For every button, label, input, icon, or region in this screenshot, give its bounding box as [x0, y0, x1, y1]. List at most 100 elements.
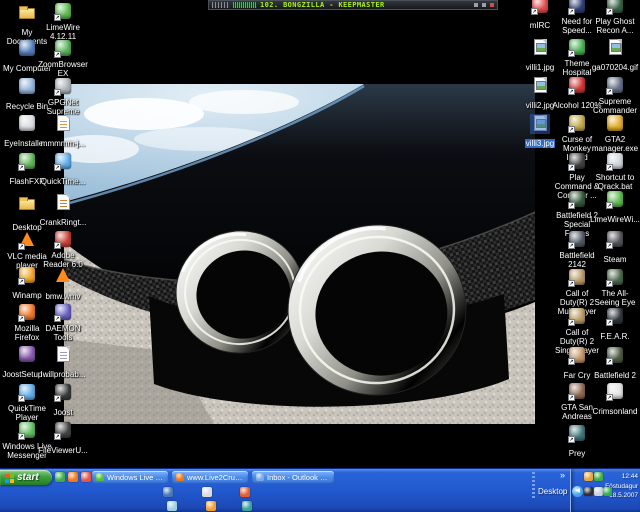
desktop-icon-label: Crimsonland: [592, 407, 638, 416]
start-button[interactable]: start: [0, 470, 52, 485]
image-file-icon: [608, 39, 622, 55]
desktop-icon-joost[interactable]: ↗ Joost: [37, 383, 89, 420]
quicklaunch-icon-7[interactable]: [167, 501, 177, 511]
quicklaunch-camera-icon[interactable]: [163, 487, 173, 497]
toolbar-overflow-chevron[interactable]: »: [560, 470, 565, 480]
task-button-inbox-outlook-express[interactable]: Inbox - Outlook Express: [252, 471, 334, 484]
quicklaunch-icon-3[interactable]: [81, 472, 91, 482]
desktop-icon-battlefield-2[interactable]: ↗ Battlefield 2: [589, 346, 640, 383]
shortcut-arrow-icon: ↗: [568, 164, 575, 171]
desktop-icon-gta2-manager-exe[interactable]: GTA2 manager.exe: [589, 114, 640, 156]
desktop-icon-daemon-tools[interactable]: ↗ DAEMON Tools: [37, 303, 89, 345]
steam-icon: ↗: [606, 231, 624, 249]
winamp-shade-button[interactable]: [474, 3, 478, 7]
filevieweru-icon: ↗: [54, 422, 72, 440]
call-of-duty-r-2-singleplayer-icon: ↗: [568, 308, 586, 326]
desktop-icon-label: CrankRingt...: [39, 218, 87, 227]
supreme-commander-icon: ↗: [606, 77, 624, 95]
shortcut-arrow-icon: ↗: [568, 202, 575, 209]
shortcut-arrow-icon: ↗: [18, 164, 25, 171]
shortcut-arrow-icon: ↗: [606, 358, 613, 365]
desktop-icon-limewirewi[interactable]: ↗ LimeWireWi...: [589, 190, 640, 227]
toolbar-grip-handle[interactable]: [532, 472, 535, 498]
shortcut-arrow-icon: ↗: [568, 436, 575, 443]
desktop-icon-label: The All-Seeing Eye: [594, 289, 636, 308]
desktop-icon-crankringt[interactable]: CrankRingt...: [37, 193, 89, 230]
desktop-icon-crimsonland[interactable]: ↗ Crimsonland: [589, 382, 640, 419]
desktop-icon-prey[interactable]: ↗ Prey: [551, 424, 603, 461]
desktop-icon-play-ghost-recon-a[interactable]: ↗ Play Ghost Recon A...: [589, 0, 640, 38]
quicklaunch-icon-5[interactable]: [202, 487, 212, 497]
shortcut-arrow-icon: ↗: [568, 280, 575, 287]
quicklaunch-icon-9[interactable]: [242, 501, 252, 511]
desktop-icon-label: ZoomBrowser EX: [38, 60, 88, 79]
adobe-reader-6-0-icon: ↗: [54, 231, 72, 249]
limewirewi-icon: ↗: [606, 191, 624, 209]
f-e-a-r-icon: ↗: [606, 308, 624, 326]
far-cry-icon: ↗: [568, 347, 586, 365]
desktop-icon-label: bmw.wmv: [45, 292, 81, 301]
shortcut-arrow-icon: ↗: [606, 88, 613, 95]
desktop-icon-zoombrowser-ex[interactable]: ↗ ZoomBrowser EX: [37, 39, 89, 81]
windows-live-messenger-icon: ↗: [18, 422, 36, 440]
play-command-conquer-icon: ↗: [568, 153, 586, 171]
task-button-windows-live-messen[interactable]: Windows Live Messen...: [92, 471, 168, 484]
document-fold: [64, 115, 70, 120]
desktop-icon-supreme-commander[interactable]: ↗ Supreme Commander: [589, 76, 640, 118]
desktop-icon-gpgnet-supreme[interactable]: ↗ GPGNet Supreme: [37, 77, 89, 119]
shortcut-arrow-icon: ↗: [54, 395, 61, 402]
hide-icons-chevron[interactable]: ◀: [572, 486, 583, 497]
tray-icon-4[interactable]: [593, 487, 603, 496]
winamp-spectrum-icon: [233, 2, 257, 8]
desktop-icon-quicktime[interactable]: ↗ QuickTime...: [37, 152, 89, 189]
shortcut-arrow-icon: ↗: [54, 433, 61, 440]
desktop-icon-bmw-wmv[interactable]: bmw.wmv: [37, 266, 89, 304]
tray-icon-1[interactable]: [584, 472, 593, 481]
winamp-shade-bar[interactable]: 102. BONGZILLA - KEEPMASTER: [208, 0, 498, 10]
desktop-icon-the-all-seeing-eye[interactable]: ↗ The All-Seeing Eye: [589, 268, 640, 310]
desktop-icon-mmmmm-j[interactable]: mmmmm-j...: [37, 114, 89, 151]
desktop-icon-label: Iwillprobab...: [40, 370, 86, 379]
quicklaunch-firefox-icon[interactable]: [68, 472, 78, 482]
image-thumbnail: [610, 43, 621, 52]
desktop-icon-shortcut-to-qrack-bat[interactable]: ↗ Shortcut to Qrack.bat: [589, 152, 640, 194]
desktop-icon-limewire-4-12-11[interactable]: ↗ LimeWire 4.12.11: [37, 2, 89, 44]
image-file-icon: [533, 77, 547, 93]
document-lines: [59, 200, 67, 208]
shortcut-arrow-icon: ↗: [568, 242, 575, 249]
desktop-icon-f-e-a-r[interactable]: ↗ F.E.A.R.: [589, 307, 640, 344]
tray-icon-2[interactable]: [593, 472, 603, 481]
winamp-controls-icon[interactable]: [212, 2, 230, 8]
winamp-close-button[interactable]: [490, 3, 494, 7]
desktop-icon-label: FileViewerU...: [38, 446, 88, 455]
gpgnet-supreme-icon: ↗: [54, 78, 72, 96]
tray-limewire-icon[interactable]: [603, 487, 612, 496]
desktop-icon-label: Joost: [53, 408, 73, 417]
shortcut-arrow-icon: ↗: [568, 394, 575, 401]
the-all-seeing-eye-icon: ↗: [606, 269, 624, 287]
shortcut-arrow-icon: ↗: [606, 8, 613, 15]
quicklaunch-icon-1[interactable]: [55, 472, 65, 482]
desktop-icon-label: ga070204.gif: [591, 63, 639, 72]
shortcut-arrow-icon: ↗: [606, 394, 613, 401]
quicktime-icon: ↗: [54, 153, 72, 171]
desktop-icon-label: GTA2 manager.exe: [591, 135, 639, 154]
desktop-icon-iwillprobab[interactable]: Iwillprobab...: [37, 345, 89, 382]
document-lines: [59, 121, 67, 129]
desktop-icon-steam[interactable]: ↗ Steam: [589, 230, 640, 267]
shortcut-arrow-icon: ↗: [54, 14, 61, 21]
quicklaunch-icon-6[interactable]: [240, 487, 250, 497]
folder-icon: [19, 6, 35, 19]
desktop-icon-filevieweru[interactable]: ↗ FileViewerU...: [37, 421, 89, 458]
desktop-icon-label: Far Cry: [563, 371, 591, 380]
tray-messenger-icon[interactable]: [584, 487, 593, 496]
winamp-minimize-button[interactable]: [482, 3, 486, 7]
image-file-icon: [533, 39, 547, 55]
zoombrowser-ex-icon: ↗: [54, 40, 72, 58]
desktop-icon-label: mIRC: [529, 21, 551, 30]
desktop-icon-label: Battlefield 2: [594, 371, 636, 380]
desktop-icon-ga070204-gif[interactable]: ga070204.gif: [589, 38, 640, 75]
task-button-www-live2cruise-co[interactable]: www.Live2Cruise.co...: [172, 471, 248, 484]
document-icon: [56, 194, 70, 210]
quicklaunch-icon-8[interactable]: [206, 501, 216, 511]
